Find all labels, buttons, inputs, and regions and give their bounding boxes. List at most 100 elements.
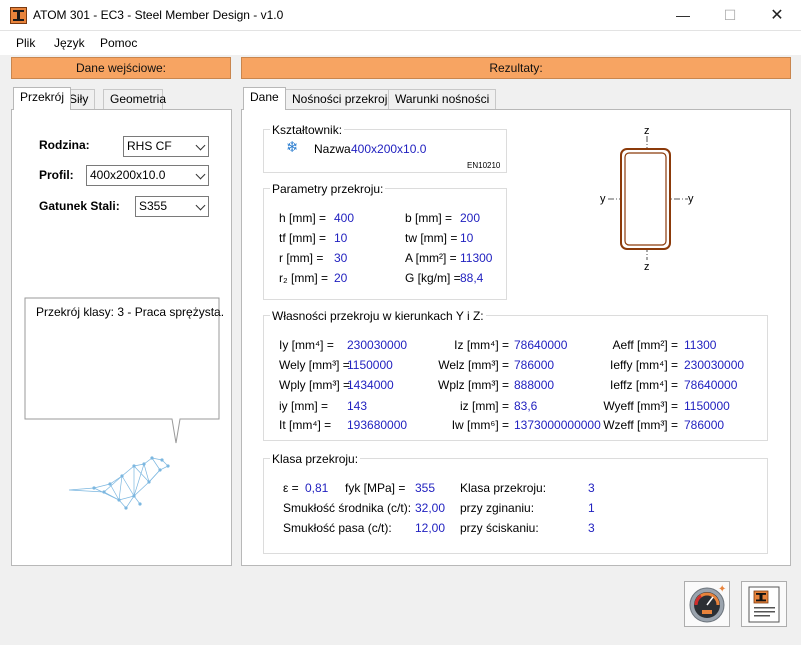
results-header: Rezultaty:: [241, 57, 791, 79]
report-button[interactable]: [741, 581, 787, 627]
axis-z-top: z: [644, 125, 650, 137]
wlasnosci-title: Własności przekroju w kierunkach Y i Z:: [270, 309, 486, 323]
close-button[interactable]: ✕: [754, 0, 800, 31]
tab-geometria[interactable]: Geometria: [103, 89, 166, 109]
gatunek-select[interactable]: S355: [135, 196, 209, 217]
property-label: Wplz [mm³] =: [438, 378, 509, 392]
input-header: Dane wejściowe:: [11, 57, 231, 79]
axis-z-bottom: z: [644, 261, 650, 273]
param-value: 30: [334, 251, 348, 265]
property-label: Iz [mm⁴] =: [454, 338, 509, 352]
param-label: tw [mm] =: [405, 231, 458, 245]
zginanie-value: 1: [588, 501, 595, 515]
profil-value: 400x200x10.0: [90, 168, 166, 182]
property-label: Wply [mm³] =: [279, 378, 350, 392]
profil-label: Profil:: [39, 168, 74, 182]
property-value: 1150000: [684, 399, 730, 413]
property-value: 83,6: [514, 399, 538, 413]
property-value: 11300: [684, 338, 717, 352]
zginanie-label: przy zginaniu:: [460, 501, 535, 515]
property-value: 1373000000000: [514, 418, 601, 432]
property-value: 1150000: [347, 358, 393, 372]
param-label: A [mm²] =: [405, 251, 457, 265]
sciskanie-value: 3: [588, 521, 595, 535]
property-value: 78640000: [514, 338, 568, 352]
param-value: 10: [460, 231, 474, 245]
gauge-icon: ✦: [689, 584, 726, 623]
profil-select[interactable]: 400x200x10.0: [86, 165, 209, 186]
rodzina-value: RHS CF: [127, 139, 172, 153]
property-label: Iw [mm⁶] =: [451, 418, 509, 432]
chevron-down-icon: [195, 200, 206, 211]
chevron-down-icon: [195, 169, 206, 180]
eps-label: ε =: [283, 481, 299, 495]
app-logo-icon: [10, 7, 27, 24]
property-label: iz [mm] =: [459, 399, 509, 413]
param-value: 88,4: [460, 271, 484, 285]
fyk-value: 355: [415, 481, 436, 495]
param-label: b [mm] =: [405, 211, 453, 225]
property-label: Wyeff [mm³] =: [603, 399, 678, 413]
property-label: It [mm⁴] =: [279, 418, 332, 432]
tab-nosnosci-przekroju[interactable]: Nośności przekroju: [285, 89, 402, 109]
ksztaltownik-title: Kształtownik:: [270, 123, 345, 137]
gatunek-value: S355: [139, 199, 168, 213]
property-label: Welz [mm³] =: [438, 358, 509, 372]
snowflake-icon: ❄: [286, 139, 299, 156]
param-value: 200: [460, 211, 481, 225]
property-label: Iy [mm⁴] =: [279, 338, 334, 352]
tab-warunki-nosnosci[interactable]: Warunki nośności: [388, 89, 497, 109]
property-value: 888000: [514, 378, 555, 392]
property-value: 786000: [514, 358, 555, 372]
tab-przekroj[interactable]: Przekrój: [13, 87, 72, 110]
property-label: Wely [mm³] =: [279, 358, 350, 372]
menu-pomoc[interactable]: Pomoc: [100, 36, 137, 50]
property-label: Aeff [mm²] =: [612, 338, 678, 352]
eps-value: 0,81: [305, 481, 329, 495]
rodzina-select[interactable]: RHS CF: [123, 136, 209, 157]
param-label: G [kg/m] =: [405, 271, 461, 285]
pasa-label: Smukłość pasa (c/t):: [283, 521, 392, 535]
norm-label: EN10210: [467, 161, 501, 170]
srodnik-label: Smukłość środnika (c/t):: [283, 501, 412, 515]
param-value: 10: [334, 231, 348, 245]
sciskanie-label: przy ściskaniu:: [460, 521, 539, 535]
param-label: tf [mm] =: [279, 231, 327, 245]
klasa-value: 3: [588, 481, 595, 495]
report-icon: [748, 586, 780, 623]
class-message: Przekrój klasy: 3 - Praca sprężysta.: [36, 305, 225, 319]
chevron-down-icon: [195, 140, 206, 151]
tab-dane[interactable]: Dane: [243, 87, 286, 110]
minimize-button[interactable]: —: [660, 0, 706, 31]
pasa-value: 12,00: [415, 521, 446, 535]
param-value: 20: [334, 271, 348, 285]
rodzina-label: Rodzina:: [39, 138, 90, 152]
calculate-button[interactable]: ✦: [684, 581, 730, 627]
nazwa-label: Nazwa: [314, 142, 351, 156]
property-value: 193680000: [347, 418, 408, 432]
property-value: 143: [347, 399, 368, 413]
window-title: ATOM 301 - EC3 - Steel Member Design - v…: [33, 8, 284, 22]
param-label: r₂ [mm] =: [279, 271, 328, 285]
fyk-label: fyk [MPa] =: [345, 481, 406, 495]
property-label: iy [mm] =: [279, 399, 329, 413]
gatunek-label: Gatunek Stali:: [39, 199, 120, 213]
message-bubble: [24, 297, 220, 444]
property-label: Wzeff [mm³] =: [603, 418, 678, 432]
param-value: 400: [334, 211, 355, 225]
property-value: 786000: [684, 418, 725, 432]
maximize-button[interactable]: ☐: [707, 0, 753, 31]
param-label: r [mm] =: [279, 251, 324, 265]
menu-jezyk[interactable]: Język: [54, 36, 85, 50]
menu-plik[interactable]: Plik: [16, 36, 35, 50]
param-label: h [mm] =: [279, 211, 327, 225]
property-label: Ieffz [mm⁴] =: [610, 378, 678, 392]
srodnik-value: 32,00: [415, 501, 446, 515]
property-value: 230030000: [684, 358, 745, 372]
svg-text:✦: ✦: [718, 584, 726, 595]
section-drawing: z z y y: [600, 125, 694, 273]
nazwa-value: 400x200x10.0: [351, 142, 427, 156]
parametry-title: Parametry przekroju:: [270, 182, 386, 196]
axis-y-left: y: [600, 193, 606, 205]
bird-logo-icon: [68, 456, 170, 510]
